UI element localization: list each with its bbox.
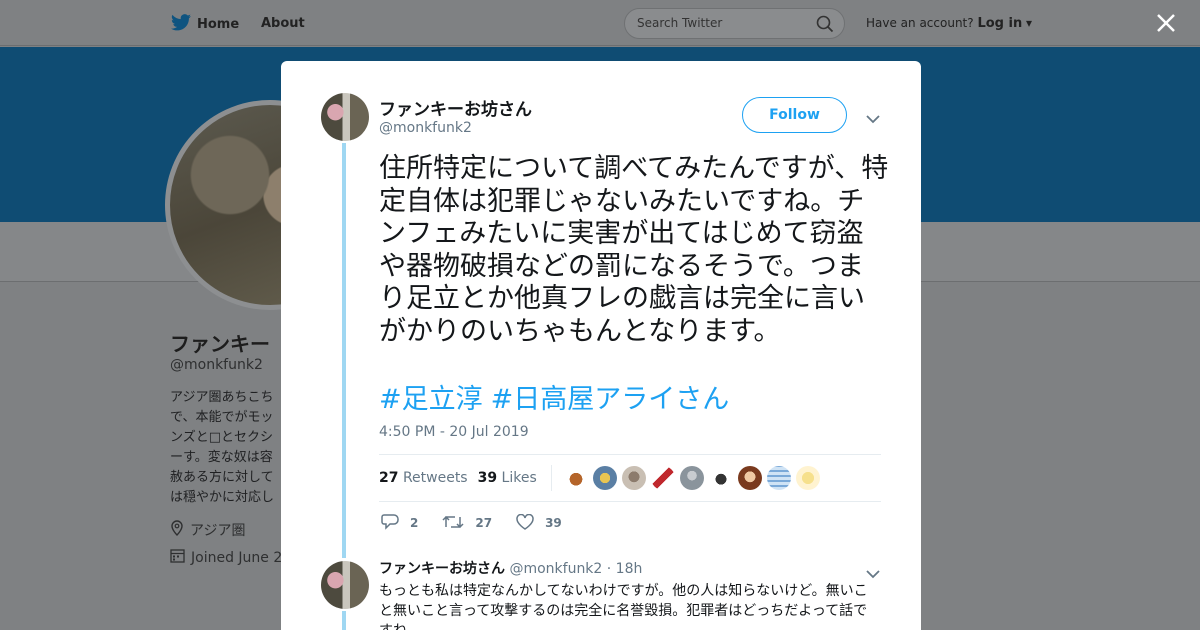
reply-author-name[interactable]: ファンキーお坊さん (379, 561, 505, 577)
top-navigation-bar: Home About Search Twitter Have an accoun… (0, 0, 1200, 46)
hashtag-link[interactable]: #日高屋アライさん (491, 384, 730, 415)
account-prompt: Have an account? (866, 16, 974, 30)
chevron-down-icon[interactable]: ▾ (1026, 16, 1032, 30)
calendar-icon (170, 548, 185, 567)
author-handle[interactable]: @monkfunk2 (379, 120, 472, 136)
profile-joined: Joined June 20 (170, 548, 291, 567)
reply-text: もっとも私は特定なんかしてないわけですが。他の人は知らないけど。無いこと無いこと… (379, 583, 868, 630)
like-count: 39 (545, 516, 562, 530)
login-link[interactable]: Log in (977, 16, 1022, 31)
reply-meta[interactable]: @monkfunk2 · 18h (509, 561, 642, 577)
liker-avatar[interactable] (708, 466, 733, 490)
tweet-stats: 27 Retweets 39 Likes (379, 454, 881, 502)
retweet-count: 27 (475, 516, 493, 530)
liker-avatar[interactable] (592, 466, 617, 490)
chevron-down-icon[interactable] (866, 564, 880, 583)
profile-location-text: アジア圏 (190, 523, 246, 539)
reply-icon (381, 513, 399, 533)
reply-count: 2 (410, 516, 419, 530)
tweet-hashtags: #足立淳 #日高屋アライさん (379, 377, 737, 416)
stats-divider (550, 465, 552, 491)
nav-about-link[interactable]: About (261, 16, 305, 31)
retweet-button[interactable]: 27 (442, 514, 492, 533)
twitter-bird-icon (171, 14, 191, 35)
thread-connector (342, 143, 346, 558)
author-avatar[interactable] (321, 93, 369, 141)
profile-joined-text: Joined June 20 (191, 549, 292, 566)
search-box[interactable]: Search Twitter (624, 8, 845, 39)
liker-avatar[interactable] (650, 466, 675, 490)
profile-location: アジア圏 (170, 520, 245, 540)
author-name[interactable]: ファンキーお坊さん (379, 95, 532, 120)
retweets-stat[interactable]: 27 Retweets (379, 470, 468, 486)
like-button[interactable]: 39 (516, 513, 562, 533)
reply-author-avatar[interactable] (321, 561, 369, 609)
liker-avatar[interactable] (621, 466, 646, 490)
nav-home-link[interactable]: Home (171, 14, 239, 35)
reply-button[interactable]: 2 (381, 513, 418, 533)
chevron-down-icon[interactable] (866, 109, 880, 128)
liker-avatars (563, 466, 820, 490)
tweet-actions: 2 27 39 (381, 513, 586, 533)
follow-button[interactable]: Follow (742, 97, 847, 133)
likes-count: 39 (477, 470, 498, 486)
liker-avatar[interactable] (766, 466, 791, 490)
retweet-icon (442, 514, 464, 533)
likes-label: Likes (501, 470, 537, 486)
likes-stat[interactable]: 39 Likes (478, 470, 537, 486)
retweets-label: Retweets (402, 470, 468, 486)
hashtag-link[interactable]: #足立淳 (379, 384, 483, 415)
tweet-modal: ファンキーお坊さん @monkfunk2 Follow 住所特定について調べてみ… (281, 61, 921, 630)
nav-home-label: Home (197, 17, 240, 32)
search-icon[interactable] (816, 15, 834, 37)
liker-avatar[interactable] (679, 466, 704, 490)
search-input[interactable]: Search Twitter (637, 16, 722, 30)
retweets-count: 27 (379, 470, 399, 486)
reply-header: ファンキーお坊さん @monkfunk2 · 18h (379, 558, 879, 578)
profile-bio: アジア圏あちこちで、本能でがモッンズと□とセクシーす。変な奴は容赦ある方に対して… (170, 390, 275, 505)
liker-avatar[interactable] (795, 466, 820, 490)
location-pin-icon (170, 520, 184, 540)
liker-avatar[interactable] (563, 466, 588, 490)
tweet-timestamp[interactable]: 4:50 PM - 20 Jul 2019 (379, 424, 529, 440)
liker-avatar[interactable] (737, 466, 762, 490)
profile-handle: @monkfunk2 (170, 357, 263, 373)
thread-connector (342, 611, 346, 630)
account-area: Have an account? Log in ▾ (866, 16, 1032, 31)
heart-icon (516, 513, 534, 533)
profile-name: ファンキー (170, 332, 270, 356)
reply-tweet[interactable]: ファンキーお坊さん @monkfunk2 · 18h もっとも私は特定なんかして… (379, 558, 879, 630)
close-icon[interactable] (1156, 13, 1176, 37)
tweet-text: 住所特定について調べてみたんですが、特定自体は犯罪じゃないみたいですね。チンフェ… (379, 153, 889, 347)
